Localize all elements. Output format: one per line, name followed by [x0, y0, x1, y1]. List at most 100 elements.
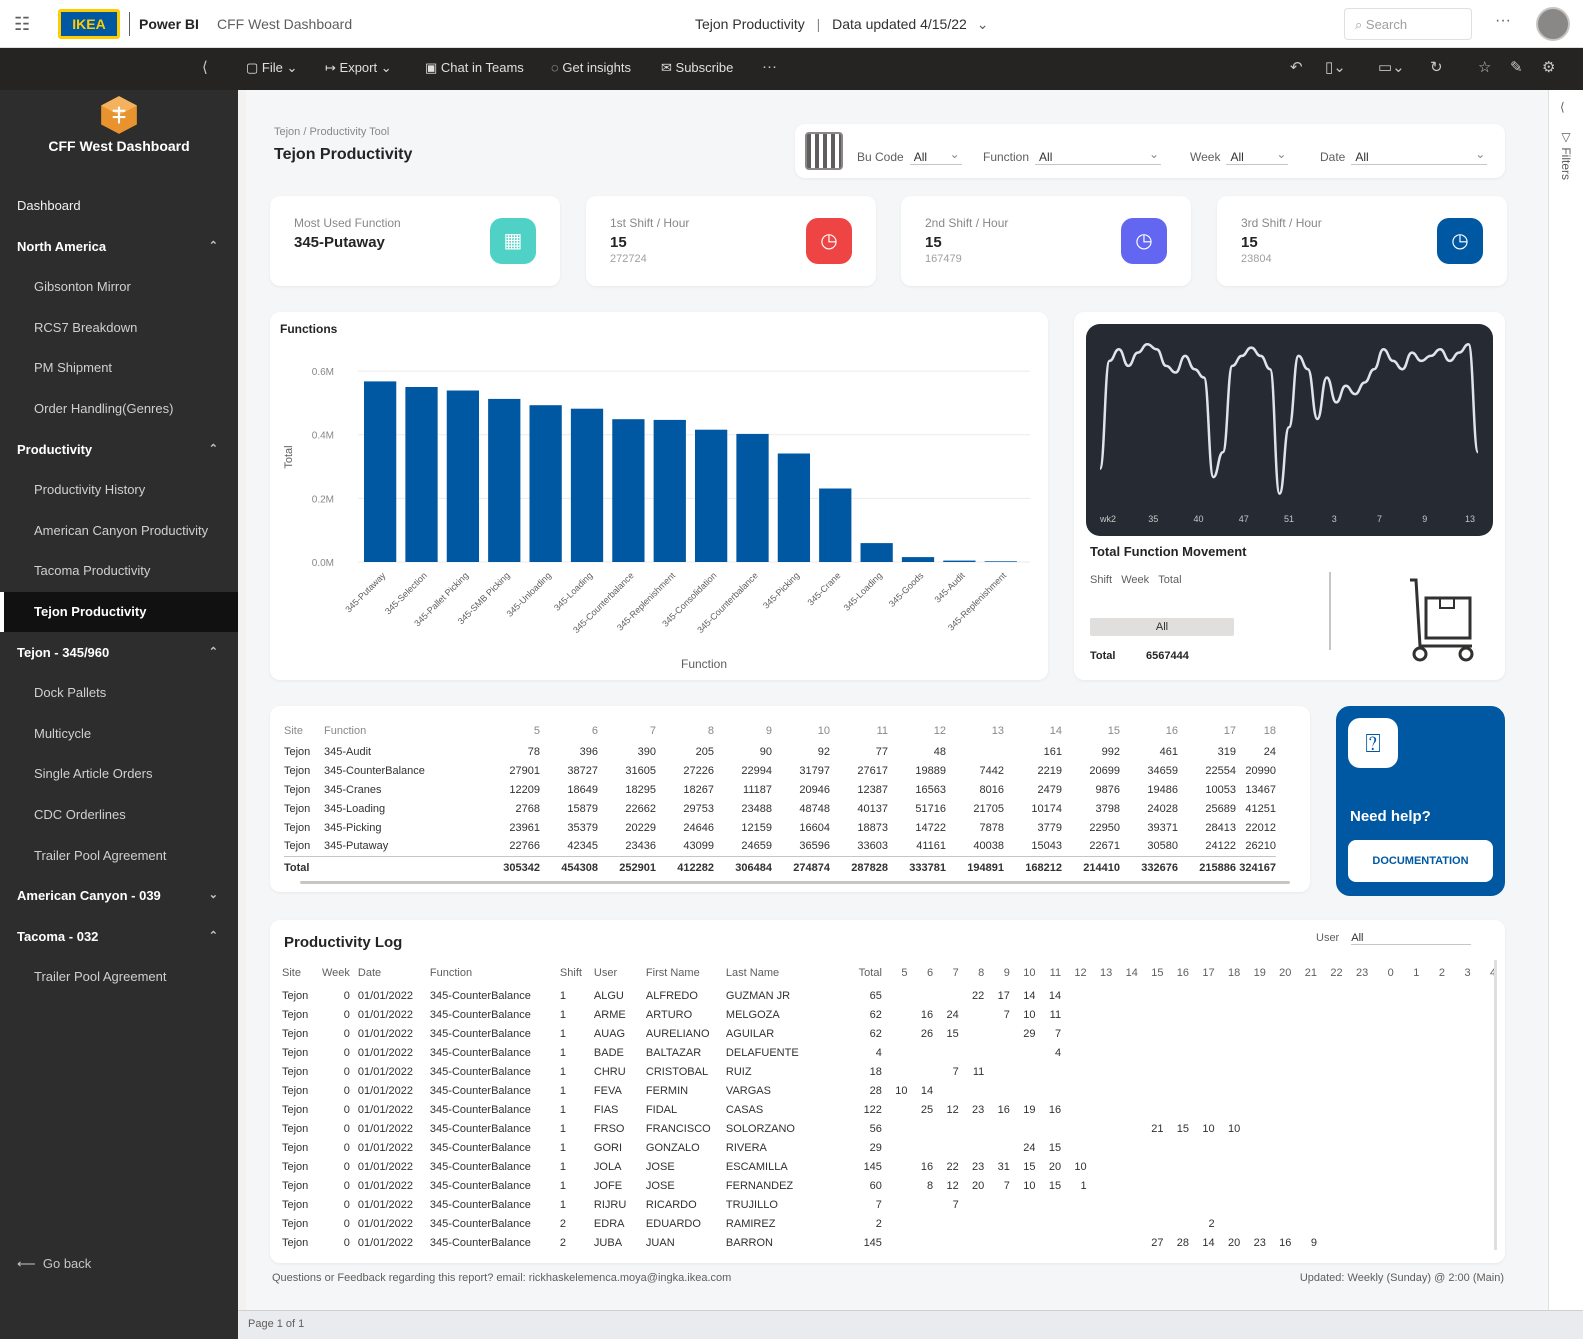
undo-icon[interactable]: ↶: [1290, 58, 1303, 76]
sidebar-item-dock-pallets[interactable]: Dock Pallets: [0, 673, 238, 713]
sidebar-item-productivity[interactable]: Productivity ⌃: [0, 430, 238, 470]
sidebar-item-tacoma-032[interactable]: Tacoma - 032 ⌃: [0, 917, 238, 957]
search-input[interactable]: ⌕ Search: [1344, 8, 1472, 40]
column-header[interactable]: 3: [1445, 960, 1470, 986]
sidebar-item-american-canyon-productivity[interactable]: American Canyon Productivity: [0, 511, 238, 551]
avatar[interactable]: [1536, 7, 1570, 41]
column-header[interactable]: Date: [358, 960, 430, 986]
column-header[interactable]: Total: [844, 960, 882, 986]
column-header[interactable]: 15: [1062, 720, 1120, 742]
column-header[interactable]: 21: [1291, 960, 1317, 986]
slicer-value[interactable]: All: [1226, 147, 1289, 165]
column-header[interactable]: 17: [1189, 960, 1214, 986]
column-header[interactable]: 7: [933, 960, 959, 986]
favorite-icon[interactable]: ☆: [1478, 58, 1491, 76]
slicer-date[interactable]: Date All: [1320, 147, 1488, 165]
column-header[interactable]: 12: [888, 720, 946, 742]
column-header[interactable]: 22: [1317, 960, 1342, 986]
column-header[interactable]: 11: [830, 720, 888, 742]
sidebar-item-dashboard[interactable]: Dashboard: [0, 186, 238, 226]
column-header[interactable]: 5: [882, 960, 907, 986]
file-menu[interactable]: ▢ File ⌄: [246, 60, 297, 76]
sidebar-item-north-america[interactable]: North America ⌃: [0, 227, 238, 267]
column-header[interactable]: 10: [772, 720, 830, 742]
sidebar-item-tejon-productivity[interactable]: Tejon Productivity: [0, 592, 238, 632]
sidebar-item-trailer-pool-agreement[interactable]: Trailer Pool Agreement: [0, 836, 238, 876]
user-slicer[interactable]: User All: [1316, 932, 1472, 945]
sidebar-item-rcs7-breakdown[interactable]: RCS7 Breakdown: [0, 308, 238, 348]
chat-in-teams-button[interactable]: ▣ Chat in Teams: [425, 60, 524, 76]
go-back-button[interactable]: ⟵ Go back: [17, 1256, 91, 1272]
view-icon[interactable]: ▭⌄: [1378, 58, 1405, 76]
vertical-scrollbar[interactable]: [1494, 960, 1497, 1250]
bookmark-icon[interactable]: ▯⌄: [1325, 58, 1346, 76]
column-header[interactable]: 13: [1087, 960, 1112, 986]
scrollbar[interactable]: [1329, 572, 1331, 650]
column-header[interactable]: 9: [714, 720, 772, 742]
movement-slider[interactable]: All: [1090, 618, 1234, 636]
column-header[interactable]: User: [594, 960, 646, 986]
column-header[interactable]: 8: [656, 720, 714, 742]
column-header[interactable]: 18: [1236, 720, 1276, 742]
column-header[interactable]: 13: [946, 720, 1004, 742]
sidebar-item-trailer-pool-agreement[interactable]: Trailer Pool Agreement: [0, 957, 238, 997]
slicer-value[interactable]: All: [1035, 147, 1162, 165]
documentation-button[interactable]: DOCUMENTATION: [1348, 840, 1493, 882]
column-header[interactable]: 14: [1112, 960, 1138, 986]
column-header[interactable]: 6: [540, 720, 598, 742]
slicer-week[interactable]: Week All: [1190, 147, 1289, 165]
column-header[interactable]: 0: [1368, 960, 1394, 986]
column-header[interactable]: 10: [1010, 960, 1035, 986]
column-header[interactable]: 6: [908, 960, 933, 986]
chevron-up-icon[interactable]: ⌃: [209, 442, 218, 455]
column-header[interactable]: Function: [324, 720, 474, 742]
sidebar-item-american-canyon-039[interactable]: American Canyon - 039 ⌄: [0, 876, 238, 916]
column-header[interactable]: Site: [284, 720, 324, 742]
chevron-up-icon[interactable]: ⌃: [209, 239, 218, 252]
subscribe-button[interactable]: ✉ Subscribe: [661, 60, 733, 76]
column-header[interactable]: 1: [1394, 960, 1419, 986]
sidebar-item-order-handling-genres[interactable]: Order Handling(Genres): [0, 389, 238, 429]
column-header[interactable]: Function: [430, 960, 560, 986]
app-name[interactable]: Power BI: [139, 16, 199, 32]
sidebar-item-cdc-orderlines[interactable]: CDC Orderlines: [0, 795, 238, 835]
sidebar-item-single-article-orders[interactable]: Single Article Orders: [0, 754, 238, 794]
more-options-icon[interactable]: ···: [1495, 12, 1511, 30]
column-header[interactable]: 18: [1215, 960, 1240, 986]
column-header[interactable]: 2: [1419, 960, 1445, 986]
chevron-up-icon[interactable]: ⌃: [209, 929, 218, 942]
more-icon[interactable]: ···: [762, 58, 777, 75]
column-header[interactable]: 20: [1266, 960, 1291, 986]
column-header[interactable]: 16: [1163, 960, 1189, 986]
app-launcher-icon[interactable]: ☷: [14, 14, 34, 34]
column-header[interactable]: Site: [282, 960, 322, 986]
get-insights-button[interactable]: ◌ Get insights: [551, 60, 631, 75]
sidebar-item-gibsonton-mirror[interactable]: Gibsonton Mirror: [0, 267, 238, 307]
sidebar-item-multicycle[interactable]: Multicycle: [0, 714, 238, 754]
slicer-function[interactable]: Function All: [983, 147, 1162, 165]
filters-pane[interactable]: ⟨ ▽ Filters: [1548, 90, 1583, 1310]
chevron-down-icon[interactable]: ⌄: [209, 888, 218, 901]
column-header[interactable]: 14: [1004, 720, 1062, 742]
column-header[interactable]: 7: [598, 720, 656, 742]
column-header[interactable]: 17: [1178, 720, 1236, 742]
slicer-value[interactable]: All: [909, 147, 962, 165]
column-header[interactable]: 16: [1120, 720, 1178, 742]
collapse-nav-icon[interactable]: ⟨: [202, 58, 208, 76]
horizontal-scrollbar[interactable]: [300, 881, 1290, 884]
column-header[interactable]: 12: [1061, 960, 1086, 986]
column-header[interactable]: Last Name: [726, 960, 844, 986]
column-header[interactable]: 15: [1138, 960, 1163, 986]
column-header[interactable]: 9: [984, 960, 1010, 986]
slicer-value[interactable]: All: [1351, 147, 1488, 165]
sidebar-item-tejon-345-960[interactable]: Tejon - 345/960 ⌃: [0, 633, 238, 673]
column-header[interactable]: 19: [1240, 960, 1266, 986]
slicer-bu-code[interactable]: Bu Code All: [857, 147, 962, 165]
column-header[interactable]: First Name: [646, 960, 726, 986]
workspace-name[interactable]: CFF West Dashboard: [217, 16, 352, 32]
sidebar-item-productivity-history[interactable]: Productivity History: [0, 470, 238, 510]
column-header[interactable]: 4: [1471, 960, 1496, 986]
column-header[interactable]: Week: [322, 960, 358, 986]
column-header[interactable]: 8: [959, 960, 984, 986]
column-header[interactable]: 5: [474, 720, 540, 742]
